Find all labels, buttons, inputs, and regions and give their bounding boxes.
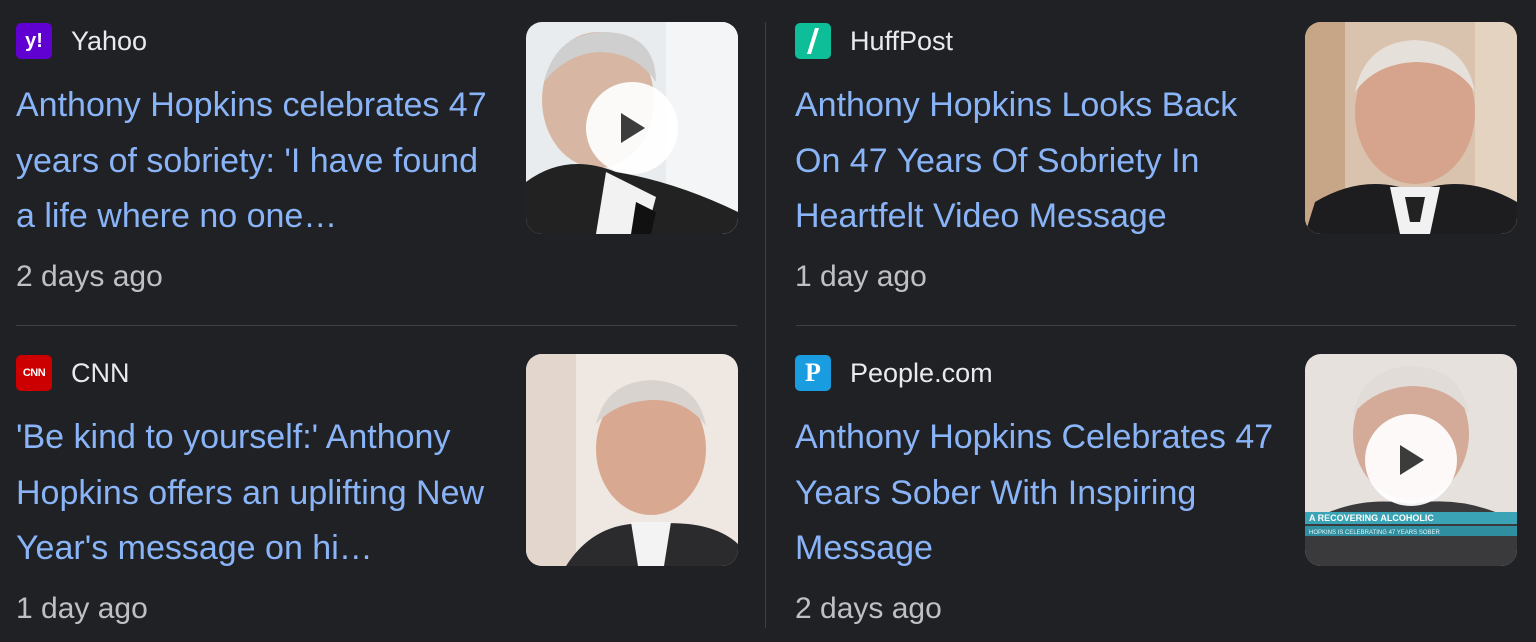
cnn-logo-icon: CNN (16, 355, 52, 391)
people-logo-icon: P (795, 355, 831, 391)
timestamp: 2 days ago (16, 260, 163, 293)
huffpost-logo-icon (795, 23, 831, 59)
source-name: Yahoo (71, 25, 148, 56)
overlay-caption-line1: A RECOVERING ALCOHOLIC (1309, 513, 1434, 523)
play-icon (621, 113, 645, 143)
play-video-button[interactable] (1365, 414, 1457, 506)
vertical-divider (765, 22, 766, 628)
source-row: HuffPost (795, 23, 954, 59)
thumbnail-photo (1305, 22, 1517, 234)
headline-link[interactable]: Anthony Hopkins Celebrates 47 Years Sobe… (795, 410, 1285, 577)
overlay-caption-line2: HOPKINS IS CELEBRATING 47 YEARS SOBER (1309, 530, 1440, 536)
headline-link[interactable]: 'Be kind to yourself:' Anthony Hopkins o… (16, 410, 506, 577)
horizontal-divider-right (796, 325, 1516, 326)
headline-link[interactable]: Anthony Hopkins celebrates 47 years of s… (16, 78, 506, 245)
news-grid: y! Yahoo Anthony Hopkins celebrates 47 y… (0, 0, 1536, 642)
play-icon (1400, 445, 1424, 475)
source-name: People.com (850, 357, 993, 388)
source-name: CNN (71, 357, 130, 388)
horizontal-divider-left (16, 325, 737, 326)
news-card-people[interactable]: P People.com Anthony Hopkins Celebrates … (795, 354, 1517, 642)
source-row: CNN CNN (16, 355, 130, 391)
source-row: P People.com (795, 355, 993, 391)
timestamp: 2 days ago (795, 592, 942, 625)
thumbnail-image[interactable] (1305, 22, 1517, 234)
news-card-yahoo[interactable]: y! Yahoo Anthony Hopkins celebrates 47 y… (16, 22, 738, 322)
headline-link[interactable]: Anthony Hopkins Looks Back On 47 Years O… (795, 78, 1285, 245)
news-card-cnn[interactable]: CNN CNN 'Be kind to yourself:' Anthony H… (16, 354, 738, 642)
news-card-huffpost[interactable]: HuffPost Anthony Hopkins Looks Back On 4… (795, 22, 1517, 322)
source-name: HuffPost (850, 25, 954, 56)
yahoo-logo-icon: y! (16, 23, 52, 59)
play-video-button[interactable] (586, 82, 678, 174)
timestamp: 1 day ago (16, 592, 148, 625)
timestamp: 1 day ago (795, 260, 927, 293)
thumbnail-image[interactable] (526, 354, 738, 566)
thumbnail-image[interactable] (526, 22, 738, 234)
thumbnail-photo (526, 354, 738, 566)
source-row: y! Yahoo (16, 23, 148, 59)
thumbnail-image[interactable]: A RECOVERING ALCOHOLIC HOPKINS IS CELEBR… (1305, 354, 1517, 566)
